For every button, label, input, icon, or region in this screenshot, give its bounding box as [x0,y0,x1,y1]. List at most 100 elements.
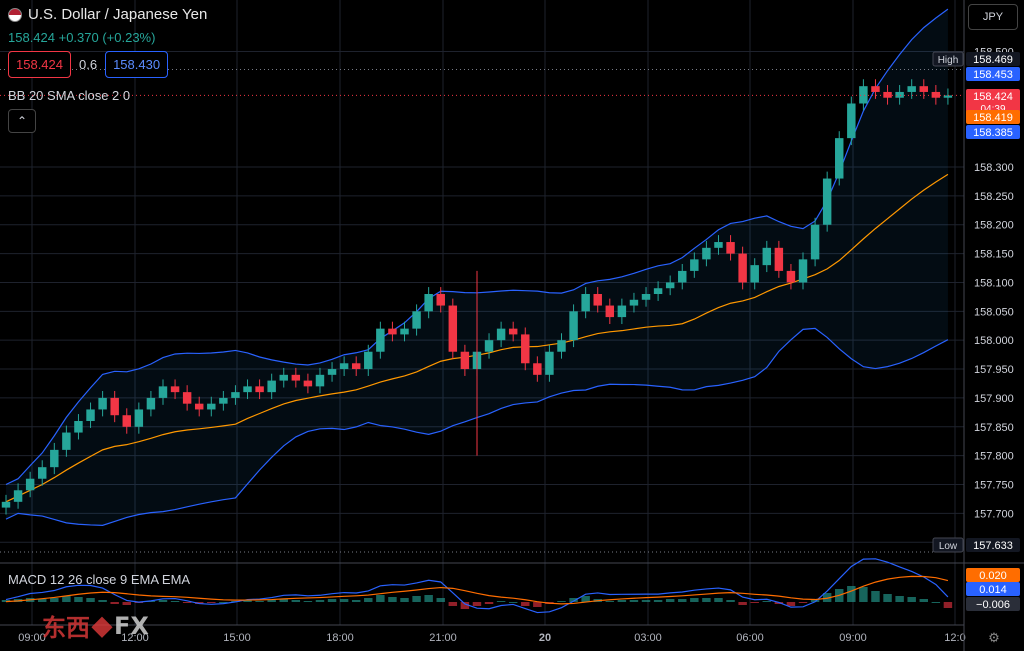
candle-body [726,242,735,254]
macd-histogram-bar [62,596,71,602]
currency-button[interactable]: JPY [968,4,1018,30]
broker-watermark: 东西 ◆ FX [42,608,149,643]
macd-indicator-label[interactable]: MACD 12 26 close 9 EMA EMA [8,572,190,587]
candle-body [762,247,772,266]
y-tick-label: 157.750 [974,480,1014,492]
macd-histogram-bar [521,602,530,606]
candle-body [714,242,723,248]
y-tick-label: 157.850 [974,422,1014,434]
watermark-fx: FX [114,611,149,640]
candle-body [702,247,711,260]
candle-body [194,403,204,410]
candle-body [448,305,458,352]
macd-histogram-bar [158,600,168,602]
macd-histogram-bar [448,602,458,606]
macd-histogram-bar [207,602,216,603]
sell-button[interactable]: 158.424 [8,51,71,78]
price-label-value: 158.424 [973,91,1013,103]
macd-histogram-bar [364,598,373,602]
macd-histogram-bar [122,602,131,605]
candle-body [122,415,131,427]
macd-histogram-bar [714,598,723,602]
macd-histogram-bar [303,601,313,602]
symbol-header[interactable]: U.S. Dollar / Japanese Yen [8,6,207,23]
candle-body [605,305,615,318]
macd-histogram-bar [98,600,107,602]
spread-value: 0.6 [79,57,98,72]
candle-body [207,403,216,410]
macd-histogram-bar [617,600,627,602]
macd-histogram-bar [508,602,518,603]
candle-body [822,178,832,225]
candle-body [895,91,904,98]
candle-body [484,340,494,352]
y-tick-label: 157.800 [974,451,1014,463]
macd-histogram-bar [581,596,590,602]
candle-body [134,409,144,427]
collapse-button[interactable]: ⌃ [8,109,36,133]
candle-body [569,311,578,341]
candle-body [508,328,518,335]
macd-histogram-bar [847,586,856,602]
macd-histogram-bar [919,599,928,602]
candle-body [883,91,892,98]
macd-histogram-bar [255,601,264,602]
macd-histogram-bar [943,602,953,608]
candle-body [38,467,47,479]
macd-histogram-bar [726,600,735,602]
y-tick-label: 157.950 [974,364,1014,376]
buy-button[interactable]: 158.430 [105,51,169,78]
diamond-logo-icon: ◆ [92,610,112,640]
price-label-value: 158.469 [973,54,1013,66]
y-tick-label: 158.050 [974,306,1014,318]
chart-canvas[interactable]: 158.500158.300158.250158.200158.150158.1… [0,0,1024,651]
macd-histogram-bar [110,602,119,604]
macd-histogram-bar [678,599,687,602]
candle-body [98,397,107,410]
x-tick-label: 12:0 [944,632,965,644]
gear-icon[interactable]: ⚙ [986,630,1002,646]
macd-histogram-bar [50,598,59,602]
price-tag-label: Low [939,541,958,552]
macd-histogram-bar [315,600,325,602]
candle-body [641,294,651,300]
macd-histogram-bar [702,598,711,602]
macd-histogram-bar [496,601,506,602]
candle-body [629,299,639,306]
macd-histogram-bar [895,596,904,602]
macd-histogram-bar [738,602,747,605]
candle-body [279,374,288,381]
y-tick-label: 158.200 [974,220,1014,232]
candle-body [496,328,506,341]
macd-histogram-bar [762,601,772,602]
macd-histogram-bar [400,598,409,602]
candle-body [1,501,11,508]
macd-label-value: −0.006 [976,599,1010,611]
bb-indicator-label[interactable]: BB 20 SMA close 2 0 [8,88,130,103]
candle-body [750,265,759,283]
macd-histogram-bar [605,601,615,602]
candle-body [545,351,554,375]
x-tick-label: 15:00 [223,632,251,644]
macd-histogram-bar [931,602,941,603]
candle-body [690,259,699,271]
candle-body [521,334,530,364]
candle-body [871,86,880,92]
candle-body [919,86,928,92]
price-label-value: 157.633 [973,540,1013,552]
symbol-title: U.S. Dollar / Japanese Yen [28,6,208,23]
macd-histogram-bar [436,598,445,602]
candle-body [291,374,301,381]
y-tick-label: 158.300 [974,162,1014,174]
price-change: 158.424 +0.370 (+0.23%) [8,30,156,45]
macd-histogram-bar [424,595,433,602]
y-tick-label: 158.250 [974,191,1014,203]
y-tick-label: 158.150 [974,249,1014,261]
macd-histogram-bar [327,599,337,602]
candle-body [255,386,264,393]
candle-body [74,421,83,433]
candle-body [62,432,71,450]
y-tick-label: 157.900 [974,393,1014,405]
chevron-up-icon: ⌃ [16,114,28,128]
macd-histogram-bar [798,602,808,603]
